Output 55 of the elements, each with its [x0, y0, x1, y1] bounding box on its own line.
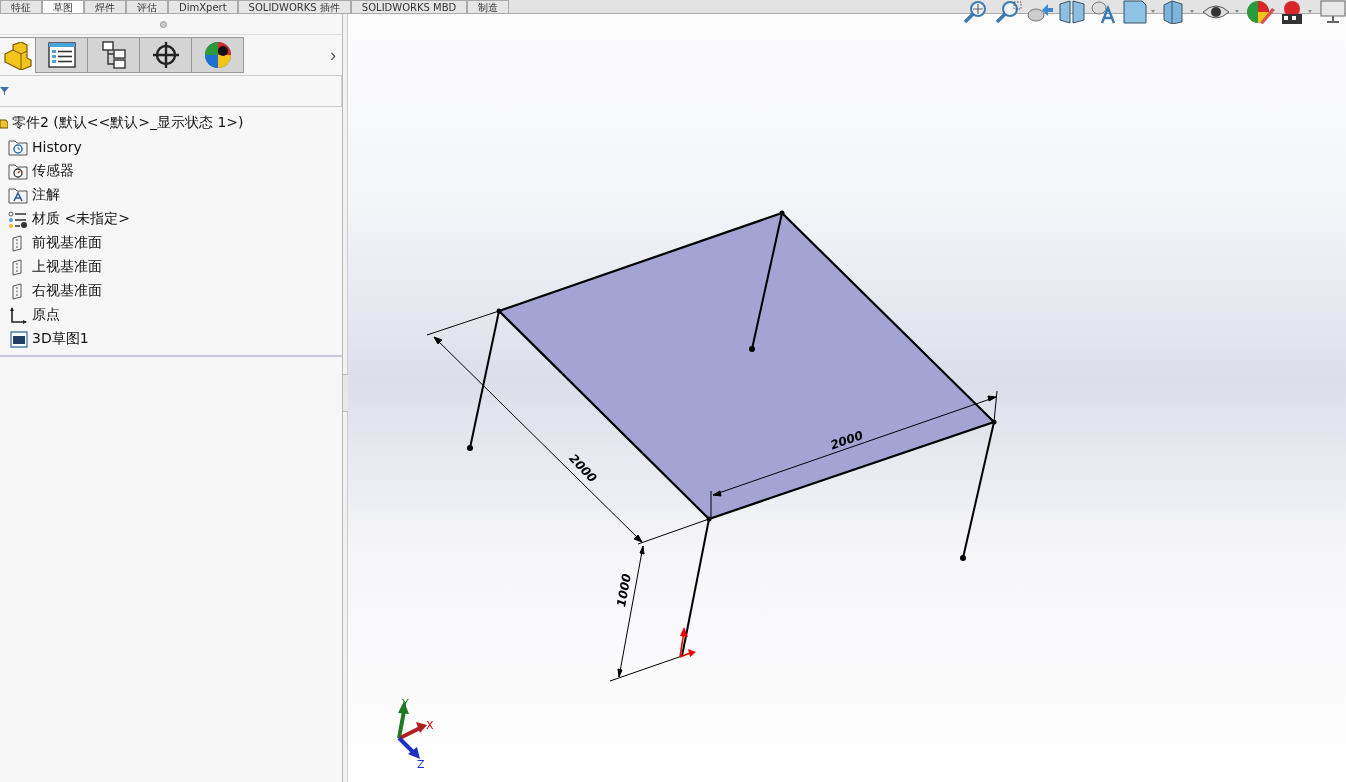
sketch-point	[779, 210, 785, 216]
crosshair-icon	[151, 41, 180, 69]
tree-item[interactable]: History	[32, 139, 82, 155]
command-tab[interactable]: DimXpert	[168, 0, 238, 13]
sketch-point	[991, 419, 997, 425]
zoom-area-icon[interactable]	[994, 0, 1022, 24]
command-tab[interactable]: 特征	[0, 0, 42, 13]
tree-item[interactable]: 上视基准面	[32, 258, 102, 276]
part-icon	[0, 116, 8, 130]
dimension-label: 1000	[614, 572, 634, 608]
origin-marker-icon	[679, 627, 696, 658]
tree-item[interactable]: 右视基准面	[32, 282, 102, 300]
grip-handle-icon[interactable]	[159, 20, 167, 28]
section-view-icon[interactable]	[1058, 0, 1086, 24]
feature-tab[interactable]	[0, 37, 36, 73]
color-ball-icon	[203, 41, 232, 69]
command-tab[interactable]: 制造	[467, 0, 510, 13]
clock-folder-icon	[8, 138, 28, 156]
color-ball-pencil-icon[interactable]	[1246, 0, 1276, 24]
tree-item[interactable]: 原点	[32, 306, 60, 324]
letter-a-folder-icon	[8, 186, 28, 204]
sketch-point	[706, 516, 712, 522]
tree-item[interactable]: 传感器	[32, 162, 74, 180]
tree-item[interactable]: 3D草图1	[32, 330, 89, 348]
funnel-icon	[0, 86, 10, 96]
x-axis-label: X	[426, 719, 434, 732]
gauge-folder-icon	[8, 162, 28, 180]
more-tabs-button[interactable]: ›	[324, 37, 342, 73]
tree-item[interactable]: 前视基准面	[32, 234, 102, 252]
tree-item[interactable]: 注解	[32, 186, 60, 204]
tree-structure-icon	[100, 41, 127, 69]
property-tab[interactable]	[36, 37, 88, 73]
command-tab[interactable]: 焊件	[84, 0, 126, 13]
sketch-point	[496, 308, 502, 314]
command-tab[interactable]: 评估	[126, 0, 168, 13]
display-tab[interactable]	[192, 37, 244, 73]
origin-axes-icon	[8, 306, 28, 324]
tree-item[interactable]: 零件2 (默认<<默认>_显示状态 1>)	[12, 114, 244, 132]
view-orientation-icon[interactable]	[1122, 0, 1158, 24]
part-block-icon	[2, 41, 33, 70]
filter-field[interactable]	[0, 75, 342, 107]
annotation-view-icon[interactable]	[1090, 0, 1118, 24]
material-list-icon	[8, 210, 28, 228]
dim-tab[interactable]	[140, 37, 192, 73]
config-tab[interactable]	[88, 37, 140, 73]
tree-item[interactable]: 材质 <未指定>	[32, 210, 130, 228]
monitor-icon[interactable]	[1320, 0, 1346, 24]
command-tab[interactable]: SOLIDWORKS MBD	[350, 0, 468, 13]
command-tab[interactable]: 草图	[42, 0, 84, 13]
axis-triad-drawing	[397, 701, 427, 759]
list-icon	[47, 42, 76, 68]
command-tab[interactable]: SOLIDWORKS 插件	[237, 0, 351, 13]
dimension-label: 2000	[828, 428, 865, 453]
sketch-3d-icon	[8, 330, 28, 348]
z-axis-label: Z	[417, 758, 425, 771]
